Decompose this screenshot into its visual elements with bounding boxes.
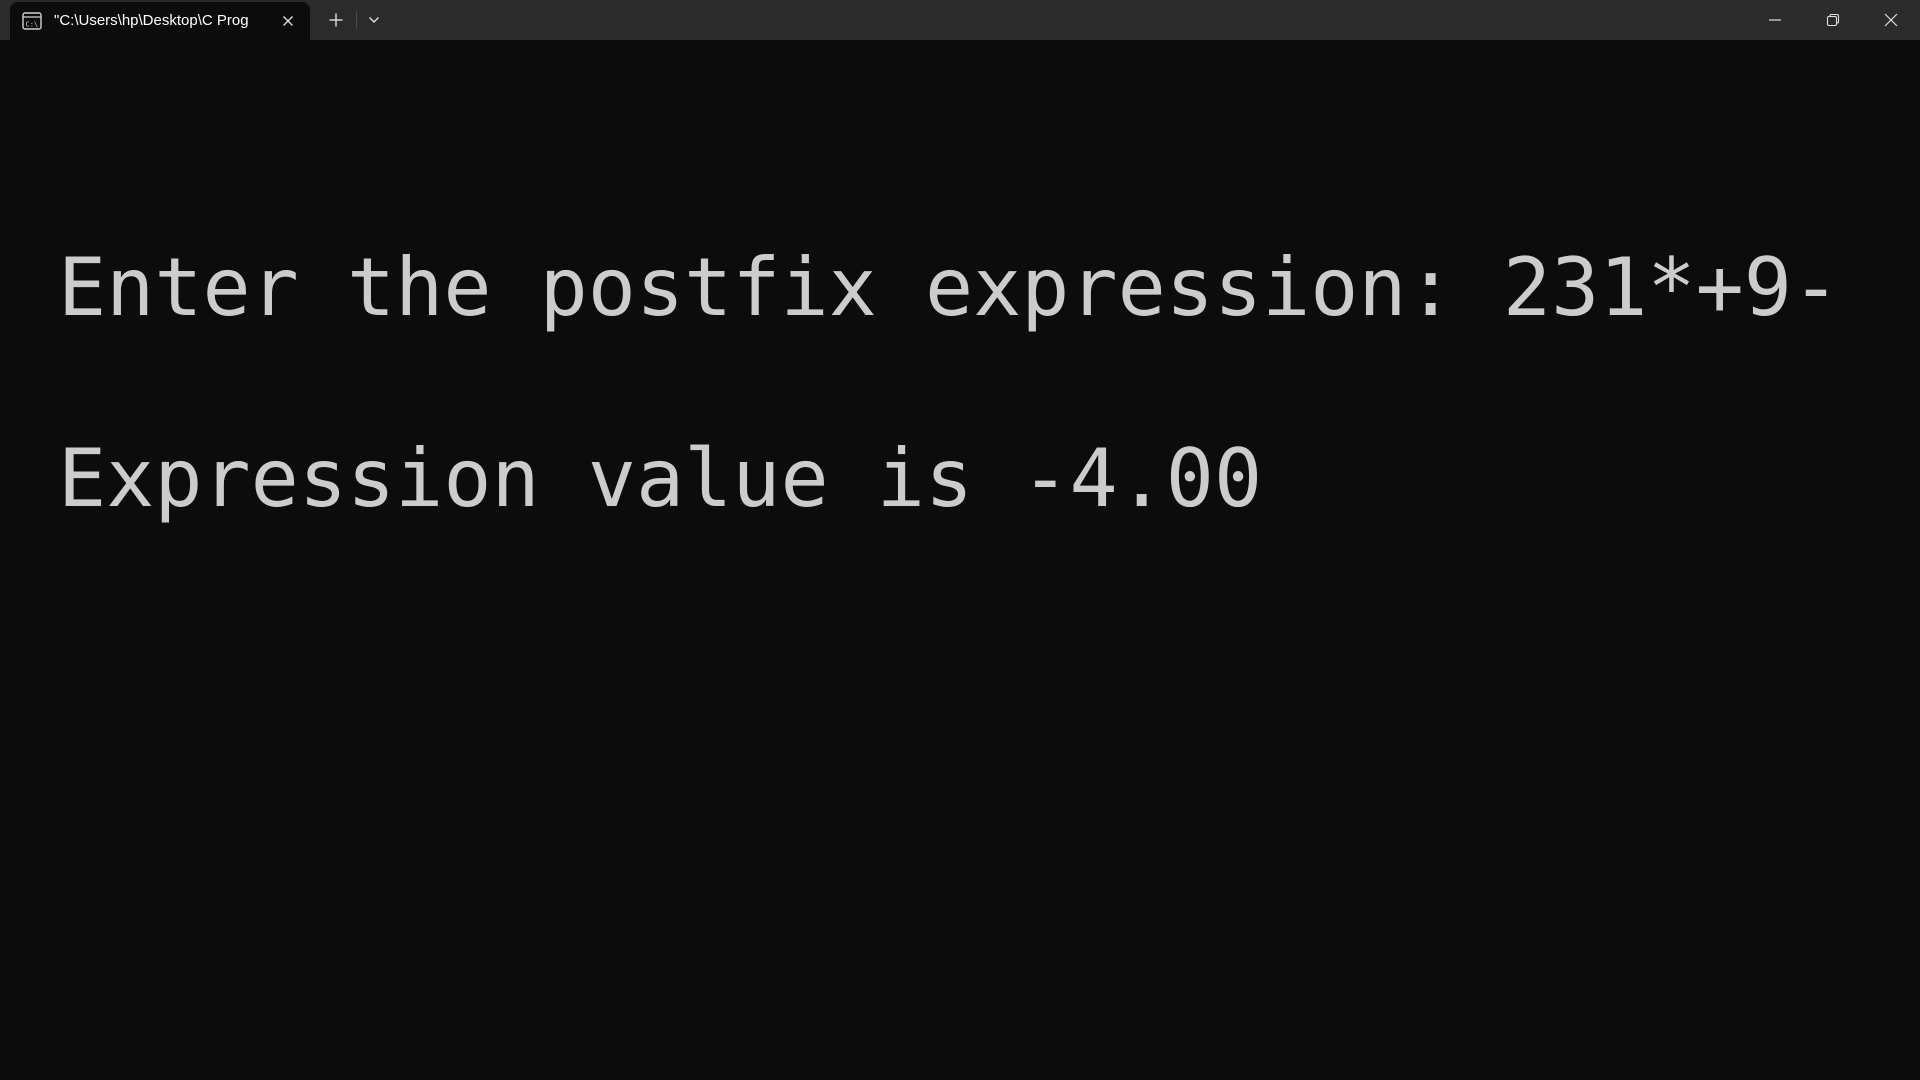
close-button[interactable] xyxy=(1862,0,1920,40)
terminal-icon: C:\ xyxy=(22,12,42,30)
terminal-window: C:\ "C:\Users\hp\Desktop\C Prog Enter th… xyxy=(0,0,1920,1080)
new-tab-button[interactable] xyxy=(322,7,350,33)
terminal-output[interactable]: Enter the postfix expression: 231*+9- Ex… xyxy=(0,40,1920,1080)
tab-active[interactable]: C:\ "C:\Users\hp\Desktop\C Prog xyxy=(10,2,310,40)
restore-icon xyxy=(1826,13,1840,27)
output-line-result: Expression value is -4.00 xyxy=(58,432,1263,525)
output-line-prompt: Enter the postfix expression: 231*+9- xyxy=(58,241,1841,334)
close-icon xyxy=(1884,13,1898,27)
minimize-icon xyxy=(1769,19,1781,21)
minimize-button[interactable] xyxy=(1746,0,1804,40)
title-bar: C:\ "C:\Users\hp\Desktop\C Prog xyxy=(0,0,1920,40)
tab-title: "C:\Users\hp\Desktop\C Prog xyxy=(54,12,249,29)
tab-dropdown-button[interactable] xyxy=(360,7,388,33)
tab-divider xyxy=(356,11,357,29)
plus-icon xyxy=(329,13,343,27)
close-tab-icon[interactable] xyxy=(278,11,298,31)
svg-text:C:\: C:\ xyxy=(26,21,39,29)
chevron-down-icon xyxy=(369,17,379,23)
restore-button[interactable] xyxy=(1804,0,1862,40)
